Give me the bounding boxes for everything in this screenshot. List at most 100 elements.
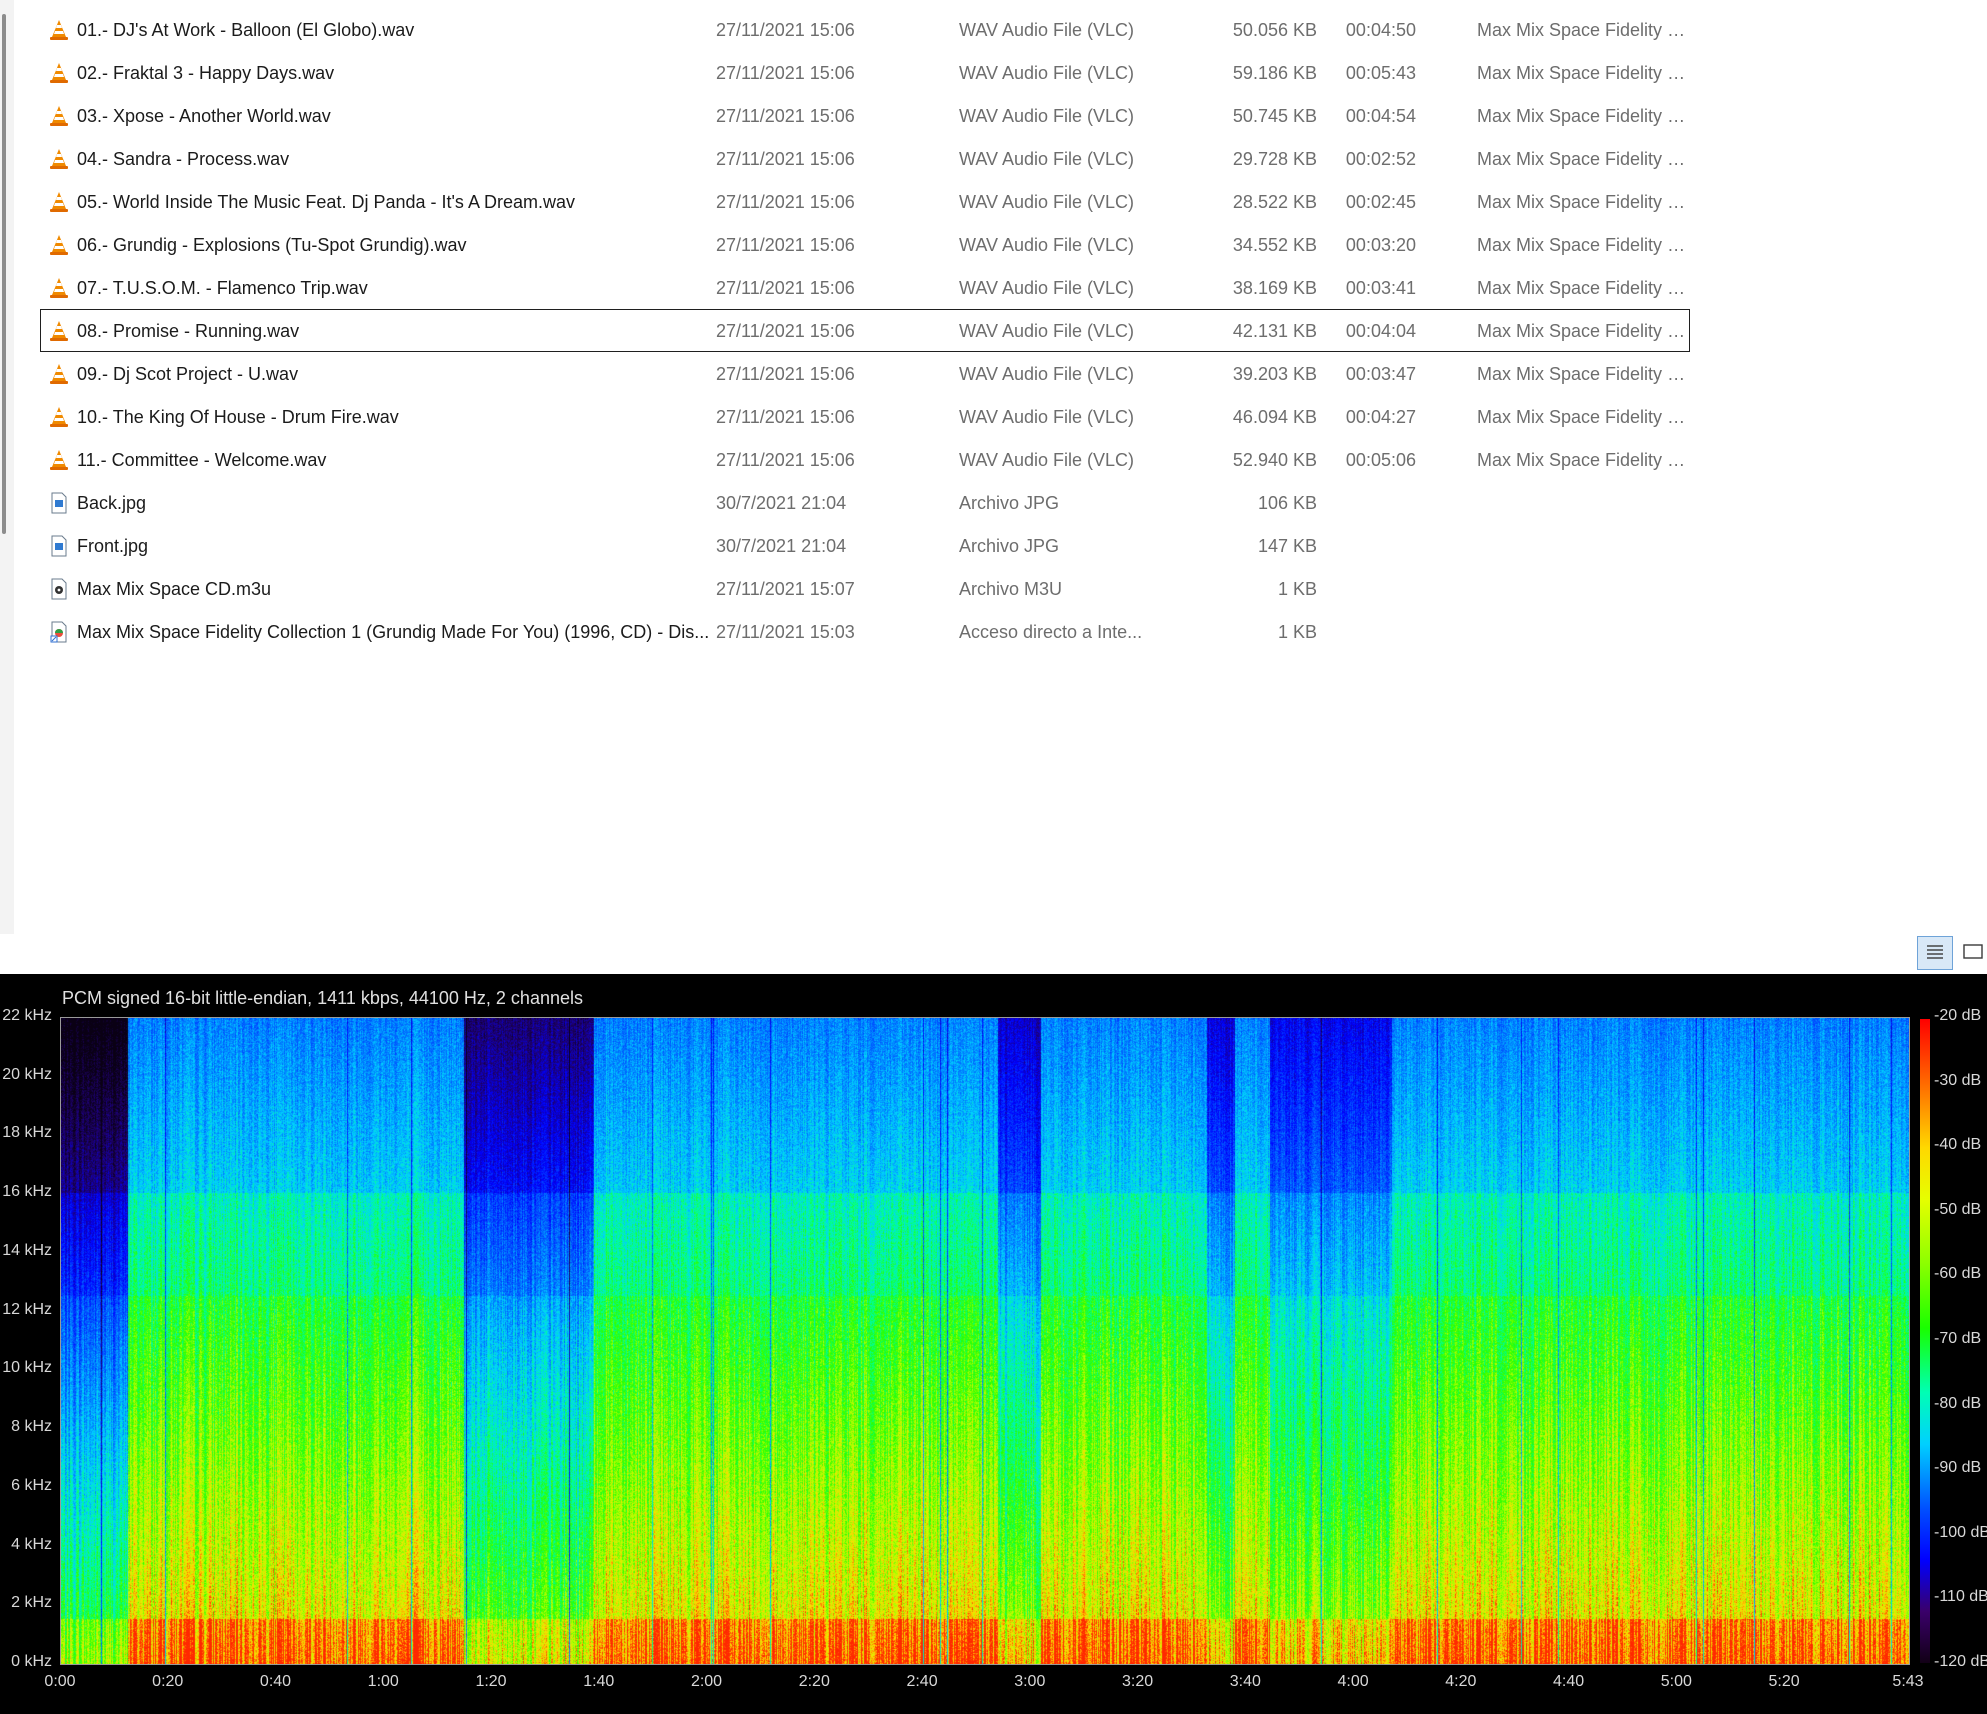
file-album: Max Mix Space Fidelity C... (1477, 450, 1687, 470)
file-name: Back.jpg (77, 493, 147, 513)
db-tick-label: -50 dB (1934, 1200, 1982, 1218)
file-duration: 00:04:54 (1345, 106, 1416, 126)
file-date-modified: 27/11/2021 15:06 (716, 192, 855, 212)
file-row[interactable]: 06.- Grundig - Explosions (Tu-Spot Grund… (40, 223, 1690, 266)
file-date-modified: 27/11/2021 15:06 (716, 364, 855, 384)
file-album: Max Mix Space Fidelity C... (1477, 106, 1687, 126)
file-date-modified: 27/11/2021 15:06 (716, 407, 855, 427)
time-tick-label: 3:00 (1014, 1673, 1046, 1690)
file-album: Max Mix Space Fidelity C... (1477, 407, 1687, 427)
details-view-button[interactable] (1917, 936, 1953, 970)
time-tick-label: 2:20 (798, 1673, 830, 1690)
db-tick-label: -120 dB (1934, 1653, 1987, 1670)
file-duration: 00:04:04 (1345, 321, 1416, 341)
file-type: WAV Audio File (VLC) (959, 20, 1135, 40)
time-tick-label: 2:00 (690, 1673, 723, 1690)
scrollbar-thumb[interactable] (2, 14, 6, 534)
db-tick-label: -40 dB (1934, 1136, 1982, 1154)
details-view-icon (1927, 945, 1943, 959)
file-album: Max Mix Space Fidelity C... (1477, 149, 1687, 169)
file-row[interactable]: 10.- The King Of House - Drum Fire.wav 27… (40, 395, 1690, 438)
file-name: 07.- T.U.S.O.M. - Flamenco Trip.wav (77, 278, 368, 298)
file-row[interactable]: 04.- Sandra - Process.wav 27/11/2021 15:0… (40, 137, 1690, 180)
file-row[interactable]: 02.- Fraktal 3 - Happy Days.wav 27/11/202… (40, 51, 1690, 94)
large-icons-view-button[interactable] (1958, 936, 1987, 970)
vlc-cone-icon (48, 105, 70, 127)
file-row[interactable]: Max Mix Space Fidelity Collection 1 (Gru… (40, 610, 1690, 653)
file-row[interactable]: 09.- Dj Scot Project - U.wav 27/11/2021 1… (40, 352, 1690, 395)
file-album: Max Mix Space Fidelity C... (1477, 321, 1687, 341)
file-type: WAV Audio File (VLC) (959, 364, 1135, 384)
file-name: 10.- The King Of House - Drum Fire.wav (77, 407, 399, 427)
file-row[interactable]: 08.- Promise - Running.wav 27/11/2021 15:… (40, 309, 1690, 352)
time-tick-label: 0:20 (152, 1673, 184, 1690)
time-tick-label: 4:40 (1552, 1673, 1585, 1690)
db-tick-label: -30 dB (1934, 1071, 1982, 1089)
vlc-cone-icon (48, 320, 70, 342)
file-row[interactable]: Max Mix Space CD.m3u 27/11/2021 15:07 Arch… (40, 567, 1690, 610)
file-size: 1 KB (1277, 622, 1317, 642)
vlc-cone-icon (48, 148, 70, 170)
db-color-scale (1920, 1019, 1930, 1663)
file-size: 1 KB (1277, 579, 1317, 599)
frequency-tick-label: 4 kHz (11, 1535, 52, 1553)
file-date-modified: 30/7/2021 21:04 (716, 536, 847, 556)
tiles-view-icon (1963, 944, 1983, 959)
image-file-icon (48, 492, 70, 514)
vertical-scrollbar[interactable] (0, 0, 14, 934)
file-row[interactable]: 03.- Xpose - Another World.wav 27/11/2021… (40, 94, 1690, 137)
file-name: 08.- Promise - Running.wav (77, 321, 300, 341)
time-tick-label: 5:00 (1660, 1673, 1692, 1690)
file-duration: 00:05:06 (1345, 450, 1416, 470)
db-tick-label: -80 dB (1934, 1394, 1982, 1412)
time-tick-label: 1:00 (367, 1673, 399, 1690)
file-duration: 00:04:27 (1345, 407, 1416, 427)
vlc-cone-icon (48, 449, 70, 471)
file-name: Max Mix Space Fidelity Collection 1 (Gru… (77, 622, 710, 642)
file-row[interactable]: Front.jpg 30/7/2021 21:04 Archivo JPG 147 K… (40, 524, 1690, 567)
db-tick-label: -20 dB (1934, 1007, 1982, 1024)
file-row[interactable]: Back.jpg 30/7/2021 21:04 Archivo JPG 106 KB (40, 481, 1690, 524)
file-date-modified: 27/11/2021 15:03 (716, 622, 855, 642)
time-tick-label: 3:20 (1121, 1673, 1154, 1690)
file-explorer: 01.- DJ's At Work - Balloon (El Globo).w… (0, 0, 1987, 934)
file-type: WAV Audio File (VLC) (959, 321, 1135, 341)
file-date-modified: 27/11/2021 15:06 (716, 20, 855, 40)
file-date-modified: 27/11/2021 15:06 (716, 149, 855, 169)
vlc-cone-icon (48, 234, 70, 256)
vlc-cone-icon (48, 277, 70, 299)
time-tick-label: 5:20 (1768, 1673, 1800, 1690)
file-date-modified: 27/11/2021 15:06 (716, 235, 855, 255)
file-date-modified: 27/11/2021 15:06 (716, 321, 855, 341)
time-tick-label: 2:40 (906, 1673, 938, 1690)
file-date-modified: 27/11/2021 15:06 (716, 63, 855, 83)
file-album: Max Mix Space Fidelity C... (1477, 192, 1687, 212)
vlc-cone-icon (48, 406, 70, 428)
db-tick-label: -90 dB (1934, 1459, 1982, 1477)
frequency-tick-label: 18 kHz (2, 1124, 52, 1142)
file-row[interactable]: 11.- Committee - Welcome.wav 27/11/2021 1… (40, 438, 1690, 481)
time-tick-label: 1:20 (475, 1673, 507, 1690)
spectrogram-image (60, 1017, 1910, 1665)
file-name: 06.- Grundig - Explosions (Tu-Spot Grund… (77, 235, 467, 255)
file-duration: 00:05:43 (1345, 63, 1416, 83)
vlc-cone-icon (48, 19, 70, 41)
internet-shortcut-icon (48, 621, 70, 643)
file-name: Max Mix Space CD.m3u (77, 579, 272, 599)
file-type: Acceso directo a Inte... (959, 622, 1143, 642)
frequency-tick-label: 2 kHz (11, 1594, 52, 1612)
frequency-tick-label: 0 kHz (11, 1653, 52, 1670)
file-type: WAV Audio File (VLC) (959, 235, 1135, 255)
frequency-tick-label: 22 kHz (2, 1007, 52, 1024)
file-album: Max Mix Space Fidelity C... (1477, 63, 1687, 83)
file-duration: 00:03:47 (1345, 364, 1416, 384)
file-size: 106 KB (1257, 493, 1317, 513)
file-album: Max Mix Space Fidelity C... (1477, 235, 1687, 255)
file-row[interactable]: 01.- DJ's At Work - Balloon (El Globo).w… (40, 8, 1690, 51)
file-row[interactable]: 05.- World Inside The Music Feat. Dj Pan… (40, 180, 1690, 223)
file-name: 02.- Fraktal 3 - Happy Days.wav (77, 63, 335, 83)
time-tick-label: 0:00 (44, 1673, 76, 1690)
file-type: WAV Audio File (VLC) (959, 106, 1135, 126)
file-row[interactable]: 07.- T.U.S.O.M. - Flamenco Trip.wav 27/11… (40, 266, 1690, 309)
file-album: Max Mix Space Fidelity C... (1477, 364, 1687, 384)
